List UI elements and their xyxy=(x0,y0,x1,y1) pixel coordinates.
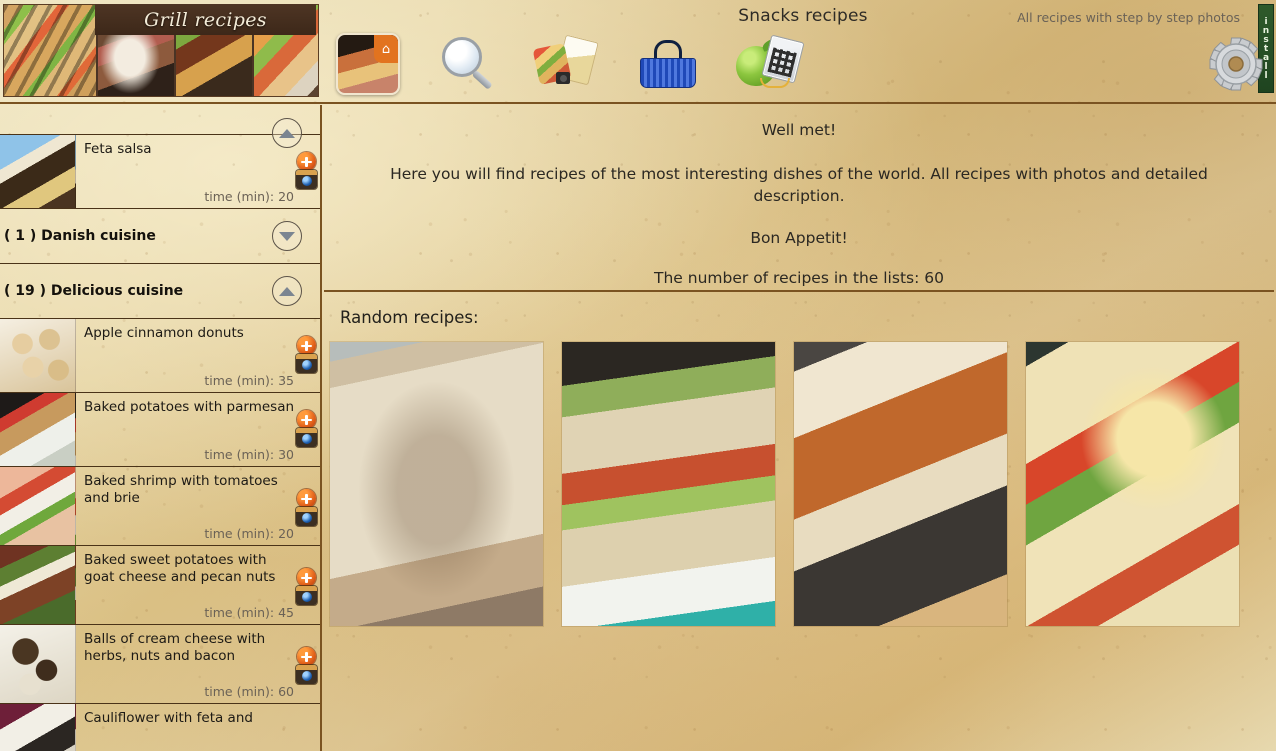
apple-calculator-icon xyxy=(736,34,806,92)
photo-steps-icon[interactable] xyxy=(296,586,317,605)
welcome-body: Here you will find recipes of the most i… xyxy=(390,165,1208,205)
chevron-down-icon xyxy=(279,231,295,241)
recipe-thumbnail xyxy=(0,135,76,208)
toolbar-item-search[interactable] xyxy=(436,28,536,100)
content-divider xyxy=(324,290,1274,292)
recipe-thumbnail xyxy=(0,625,76,703)
main-content: Well met! Here you will find recipes of … xyxy=(322,105,1276,751)
random-recipe-card[interactable] xyxy=(794,342,1007,626)
list-item[interactable]: Baked sweet potatoes with goat cheese an… xyxy=(0,546,320,625)
list-item[interactable]: Cauliflower with feta and xyxy=(0,704,320,751)
main-toolbar: ⌂ xyxy=(336,28,836,100)
welcome-block: Well met! Here you will find recipes of … xyxy=(322,105,1276,287)
recipe-thumbnail xyxy=(0,319,76,392)
home-badge-icon: ⌂ xyxy=(374,35,398,63)
photo-steps-icon[interactable] xyxy=(296,428,317,447)
recipe-title: Cauliflower with feta and xyxy=(84,710,253,726)
recipe-title: Apple cinnamon donuts xyxy=(84,325,244,341)
sidebar-group-danish-cuisine[interactable]: ( 1 ) Danish cuisine xyxy=(0,209,320,264)
recipe-time: time (min): 35 xyxy=(204,373,294,388)
photo-steps-icon[interactable] xyxy=(296,665,317,684)
group-label: ( 19 ) Delicious cuisine xyxy=(4,283,184,299)
settings-button[interactable] xyxy=(1208,36,1264,92)
photo-steps-icon[interactable] xyxy=(296,507,317,526)
list-item[interactable]: Balls of cream cheese with herbs, nuts a… xyxy=(0,625,320,704)
toolbar-item-calories[interactable] xyxy=(736,28,836,100)
gear-icon xyxy=(1209,37,1263,91)
sidebar-group-delicious-cuisine[interactable]: ( 19 ) Delicious cuisine xyxy=(0,264,320,319)
list-item[interactable]: Baked potatoes with parmesan time (min):… xyxy=(0,393,320,467)
recipe-thumbnail xyxy=(0,546,76,624)
recipe-actions xyxy=(296,568,318,614)
recipe-thumbnail xyxy=(0,704,76,751)
header-tagline: All recipes with step by step photos xyxy=(1017,10,1240,25)
photo-steps-icon[interactable] xyxy=(296,170,317,189)
random-recipes-strip xyxy=(330,342,1268,626)
list-item[interactable]: Apple cinnamon donuts time (min): 35 xyxy=(0,319,320,393)
add-to-basket-icon[interactable] xyxy=(297,647,316,666)
recipe-time: time (min): 20 xyxy=(204,526,294,541)
add-to-basket-icon[interactable] xyxy=(297,568,316,587)
recipe-actions xyxy=(296,152,318,198)
basket-icon xyxy=(640,40,696,88)
recipe-list-sidebar[interactable]: Feta salsa time (min): 20 ( 1 ) Danish c… xyxy=(0,105,320,751)
recipe-actions xyxy=(296,647,318,693)
random-recipes-heading: Random recipes: xyxy=(340,308,479,327)
banner-title-box: Grill recipes xyxy=(95,4,316,35)
group-label: ( 1 ) Danish cuisine xyxy=(4,228,156,244)
list-item-partial[interactable] xyxy=(0,105,320,148)
recipe-thumbnail xyxy=(0,467,76,545)
recipe-thumbnail xyxy=(0,393,76,466)
recipes-count-text: The number of recipes in the lists: 60 xyxy=(654,269,944,287)
header-divider xyxy=(0,102,1276,104)
add-to-basket-icon[interactable] xyxy=(297,489,316,508)
recipe-title: Balls of cream cheese with herbs, nuts a… xyxy=(84,631,266,664)
food-notes-icon xyxy=(532,34,600,92)
chevron-up-icon xyxy=(279,286,295,296)
recipe-time: time (min): 30 xyxy=(204,447,294,462)
welcome-title: Well met! xyxy=(761,121,837,139)
recipe-actions xyxy=(296,336,318,382)
add-to-basket-icon[interactable] xyxy=(297,152,316,171)
photo-steps-icon[interactable] xyxy=(296,354,317,373)
home-recipe-icon: ⌂ xyxy=(336,33,400,95)
recipe-time: time (min): 60 xyxy=(204,684,294,699)
collapse-toggle-delicious[interactable] xyxy=(272,276,302,306)
add-to-basket-icon[interactable] xyxy=(297,410,316,429)
expand-toggle-danish[interactable] xyxy=(272,221,302,251)
recipe-title: Baked sweet potatoes with goat cheese an… xyxy=(84,552,276,585)
recipe-title: Baked potatoes with parmesan xyxy=(84,399,295,415)
banner-title: Grill recipes xyxy=(144,8,267,31)
app-header: Grill recipes install Snacks recipes All… xyxy=(0,0,1276,104)
recipe-time: time (min): 20 xyxy=(204,189,294,204)
toolbar-item-food-notes[interactable] xyxy=(532,28,636,100)
recipe-actions xyxy=(296,489,318,535)
random-recipe-card[interactable] xyxy=(330,342,543,626)
recipe-title: Feta salsa xyxy=(84,141,152,157)
toolbar-item-home[interactable]: ⌂ xyxy=(336,28,436,100)
banner-photo-kebabs xyxy=(4,5,96,96)
recipe-time: time (min): 45 xyxy=(204,605,294,620)
random-recipe-card[interactable] xyxy=(1026,342,1239,626)
bon-appetit-text: Bon Appetit! xyxy=(750,229,848,247)
recipe-actions xyxy=(296,410,318,456)
toolbar-item-basket[interactable] xyxy=(636,28,736,100)
search-icon xyxy=(440,35,498,93)
list-item[interactable]: Feta salsa time (min): 20 xyxy=(0,135,320,209)
list-item[interactable]: Baked shrimp with tomatoes and brie time… xyxy=(0,467,320,546)
random-recipe-card[interactable] xyxy=(562,342,775,626)
recipe-title: Baked shrimp with tomatoes and brie xyxy=(84,473,278,506)
add-to-basket-icon[interactable] xyxy=(297,336,316,355)
